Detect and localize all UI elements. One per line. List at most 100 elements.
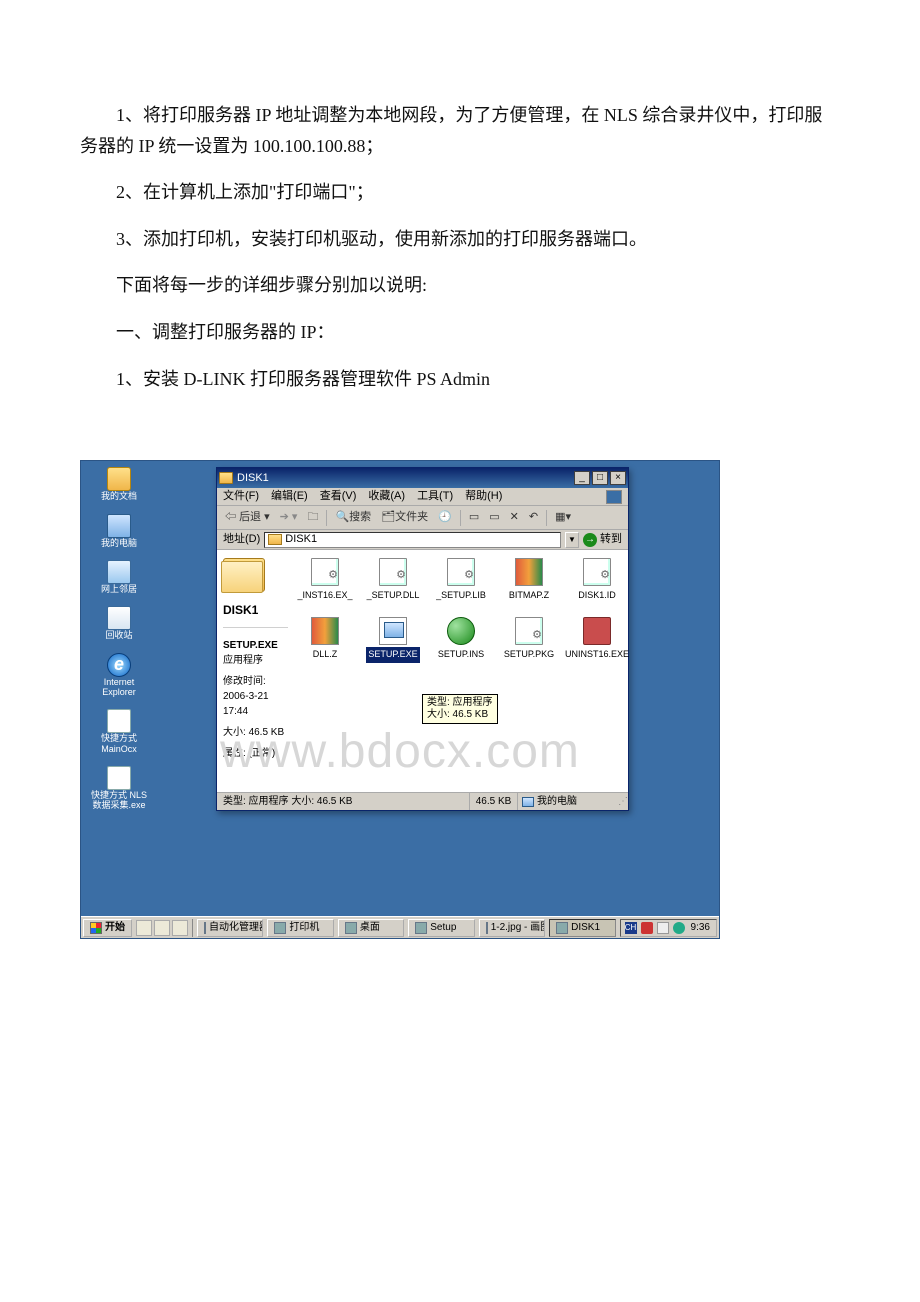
folder-icon	[219, 472, 233, 484]
taskbar: 开始 自动化管理器 打印机 桌面 Setup 1-2.jpg - 画图 DISK…	[81, 916, 719, 938]
taskbar-button[interactable]: 桌面	[338, 919, 404, 937]
taskbar-button[interactable]: 1-2.jpg - 画图	[479, 919, 545, 937]
file-label: SETUP.INS	[438, 647, 484, 662]
file-label: _SETUP.LIB	[436, 588, 486, 603]
file-item[interactable]: _SETUP.LIB	[434, 558, 488, 603]
desktop-icon-ie[interactable]: e Internet Explorer	[87, 653, 151, 698]
up-button[interactable]: 🗀	[305, 508, 320, 527]
paragraph-1: 1、将打印服务器 IP 地址调整为本地网段，为了方便管理，在 NLS 综合录井仪…	[80, 100, 840, 161]
file-item[interactable]: _INST16.EX_	[298, 558, 352, 603]
folder-hero-icon	[223, 558, 265, 592]
file-item[interactable]: SETUP.INS	[434, 617, 488, 662]
taskbar-button[interactable]: Setup	[408, 919, 474, 937]
quick-launch-item[interactable]	[172, 920, 188, 936]
app-icon	[345, 922, 357, 934]
file-label: UNINST16.EXE	[565, 647, 629, 662]
address-value: DISK1	[285, 530, 317, 549]
file-label: DLL.Z	[313, 647, 338, 662]
windows-logo-icon	[606, 490, 622, 504]
folders-button[interactable]: 🗂文件夹	[379, 508, 430, 527]
status-left: 类型: 应用程序 大小: 46.5 KB	[217, 793, 470, 810]
desktop-icon-mycomputer[interactable]: 我的电脑	[87, 514, 151, 548]
shortcut-icon	[107, 709, 131, 733]
menu-file[interactable]: 文件(F)	[223, 487, 259, 506]
file-label: _INST16.EX_	[297, 588, 352, 603]
taskbar-button[interactable]: 自动化管理器	[197, 919, 263, 937]
address-input[interactable]: DISK1	[264, 532, 561, 548]
system-tray: CH 9:36	[620, 919, 717, 937]
copyto-button[interactable]: ▭	[487, 508, 501, 527]
quick-launch	[136, 920, 188, 936]
icon-label: 快捷方式 MainOcx	[87, 733, 151, 754]
go-label: 转到	[600, 530, 622, 549]
maximize-button[interactable]: □	[592, 471, 608, 485]
desktop-icon-shortcut-nls[interactable]: 快捷方式 NLS 数据采集.exe	[87, 766, 151, 811]
icon-label: 网上邻居	[101, 584, 137, 594]
moveto-button[interactable]: ▭	[467, 508, 481, 527]
paragraph-2: 2、在计算机上添加"打印端口"；	[80, 177, 840, 208]
tray-icon[interactable]	[673, 922, 685, 934]
icon-label: Internet Explorer	[87, 677, 151, 698]
go-button[interactable]: → 转到	[583, 530, 622, 549]
folder-icon	[107, 467, 131, 491]
file-item[interactable]: BITMAP.Z	[502, 558, 556, 603]
file-item-selected[interactable]: SETUP.EXE	[366, 617, 420, 662]
menu-tools[interactable]: 工具(T)	[417, 487, 453, 506]
size-value: 46.5 KB	[249, 727, 285, 738]
address-dropdown[interactable]: ▼	[565, 532, 579, 548]
menu-view[interactable]: 查看(V)	[320, 487, 357, 506]
forward-button[interactable]: ➔ ▾	[278, 508, 300, 527]
quick-launch-item[interactable]	[154, 920, 170, 936]
file-item[interactable]: DLL.Z	[298, 617, 352, 662]
ie-icon: e	[107, 653, 131, 677]
icon-label: 我的文档	[101, 491, 137, 501]
search-button[interactable]: 🔍搜索	[333, 508, 373, 527]
window-titlebar[interactable]: DISK1 _ □ ×	[217, 468, 628, 488]
icon-label: 我的电脑	[101, 538, 137, 548]
menu-edit[interactable]: 编辑(E)	[271, 487, 308, 506]
file-icon	[311, 558, 339, 586]
tray-icon[interactable]	[641, 922, 653, 934]
desktop-icon-recycle[interactable]: 回收站	[87, 606, 151, 640]
desktop-icon-shortcut-mainocx[interactable]: 快捷方式 MainOcx	[87, 709, 151, 754]
file-list[interactable]: _INST16.EX_ _SETUP.DLL _SETUP.LIB BITMAP…	[294, 550, 628, 792]
file-icon	[515, 617, 543, 645]
history-button[interactable]: 🕘	[436, 508, 454, 527]
task-label: DISK1	[571, 919, 600, 936]
file-item[interactable]: DISK1.ID	[570, 558, 624, 603]
tray-icon[interactable]	[657, 922, 669, 934]
computer-icon	[522, 797, 534, 807]
taskbar-clock[interactable]: 9:36	[689, 919, 712, 936]
taskbar-button-active[interactable]: DISK1	[549, 919, 615, 937]
views-button[interactable]: ▦▾	[553, 508, 573, 527]
quick-launch-item[interactable]	[136, 920, 152, 936]
address-label: 地址(D)	[223, 530, 260, 549]
info-pane: DISK1 SETUP.EXE 应用程序 修改时间: 2006-3-21 17:…	[217, 550, 294, 792]
desktop-icon-mydocs[interactable]: 我的文档	[87, 467, 151, 501]
status-location: 我的电脑	[518, 793, 618, 810]
file-label: DISK1.ID	[578, 588, 616, 603]
taskbar-button[interactable]: 打印机	[267, 919, 333, 937]
file-item[interactable]: SETUP.PKG	[502, 617, 556, 662]
undo-button[interactable]: ↶	[527, 508, 540, 527]
screenshot-desktop: 我的文档 我的电脑 网上邻居 回收站 e Internet Explorer 快…	[80, 460, 720, 939]
back-button[interactable]: ⇦ 后退 ▾	[223, 508, 272, 527]
file-label: SETUP.PKG	[504, 647, 554, 662]
desktop-icon-network[interactable]: 网上邻居	[87, 560, 151, 594]
delete-button[interactable]: ✕	[508, 508, 521, 527]
menu-help[interactable]: 帮助(H)	[465, 487, 502, 506]
file-item[interactable]: _SETUP.DLL	[366, 558, 420, 603]
close-button[interactable]: ×	[610, 471, 626, 485]
tooltip-line1: 类型: 应用程序	[427, 697, 493, 709]
minimize-button[interactable]: _	[574, 471, 590, 485]
app-icon	[415, 922, 427, 934]
explorer-window: DISK1 _ □ × 文件(F) 编辑(E) 查看(V) 收藏(A) 工具(T…	[216, 467, 629, 811]
status-size: 46.5 KB	[470, 793, 518, 810]
ime-indicator[interactable]: CH	[625, 922, 637, 934]
resize-grip-icon[interactable]: ⋰	[618, 793, 628, 810]
selected-file-type: 应用程序	[223, 653, 288, 668]
start-button[interactable]: 开始	[83, 919, 132, 937]
menu-favorites[interactable]: 收藏(A)	[368, 487, 405, 506]
shortcut-icon	[107, 766, 131, 790]
file-item[interactable]: UNINST16.EXE	[570, 617, 624, 662]
